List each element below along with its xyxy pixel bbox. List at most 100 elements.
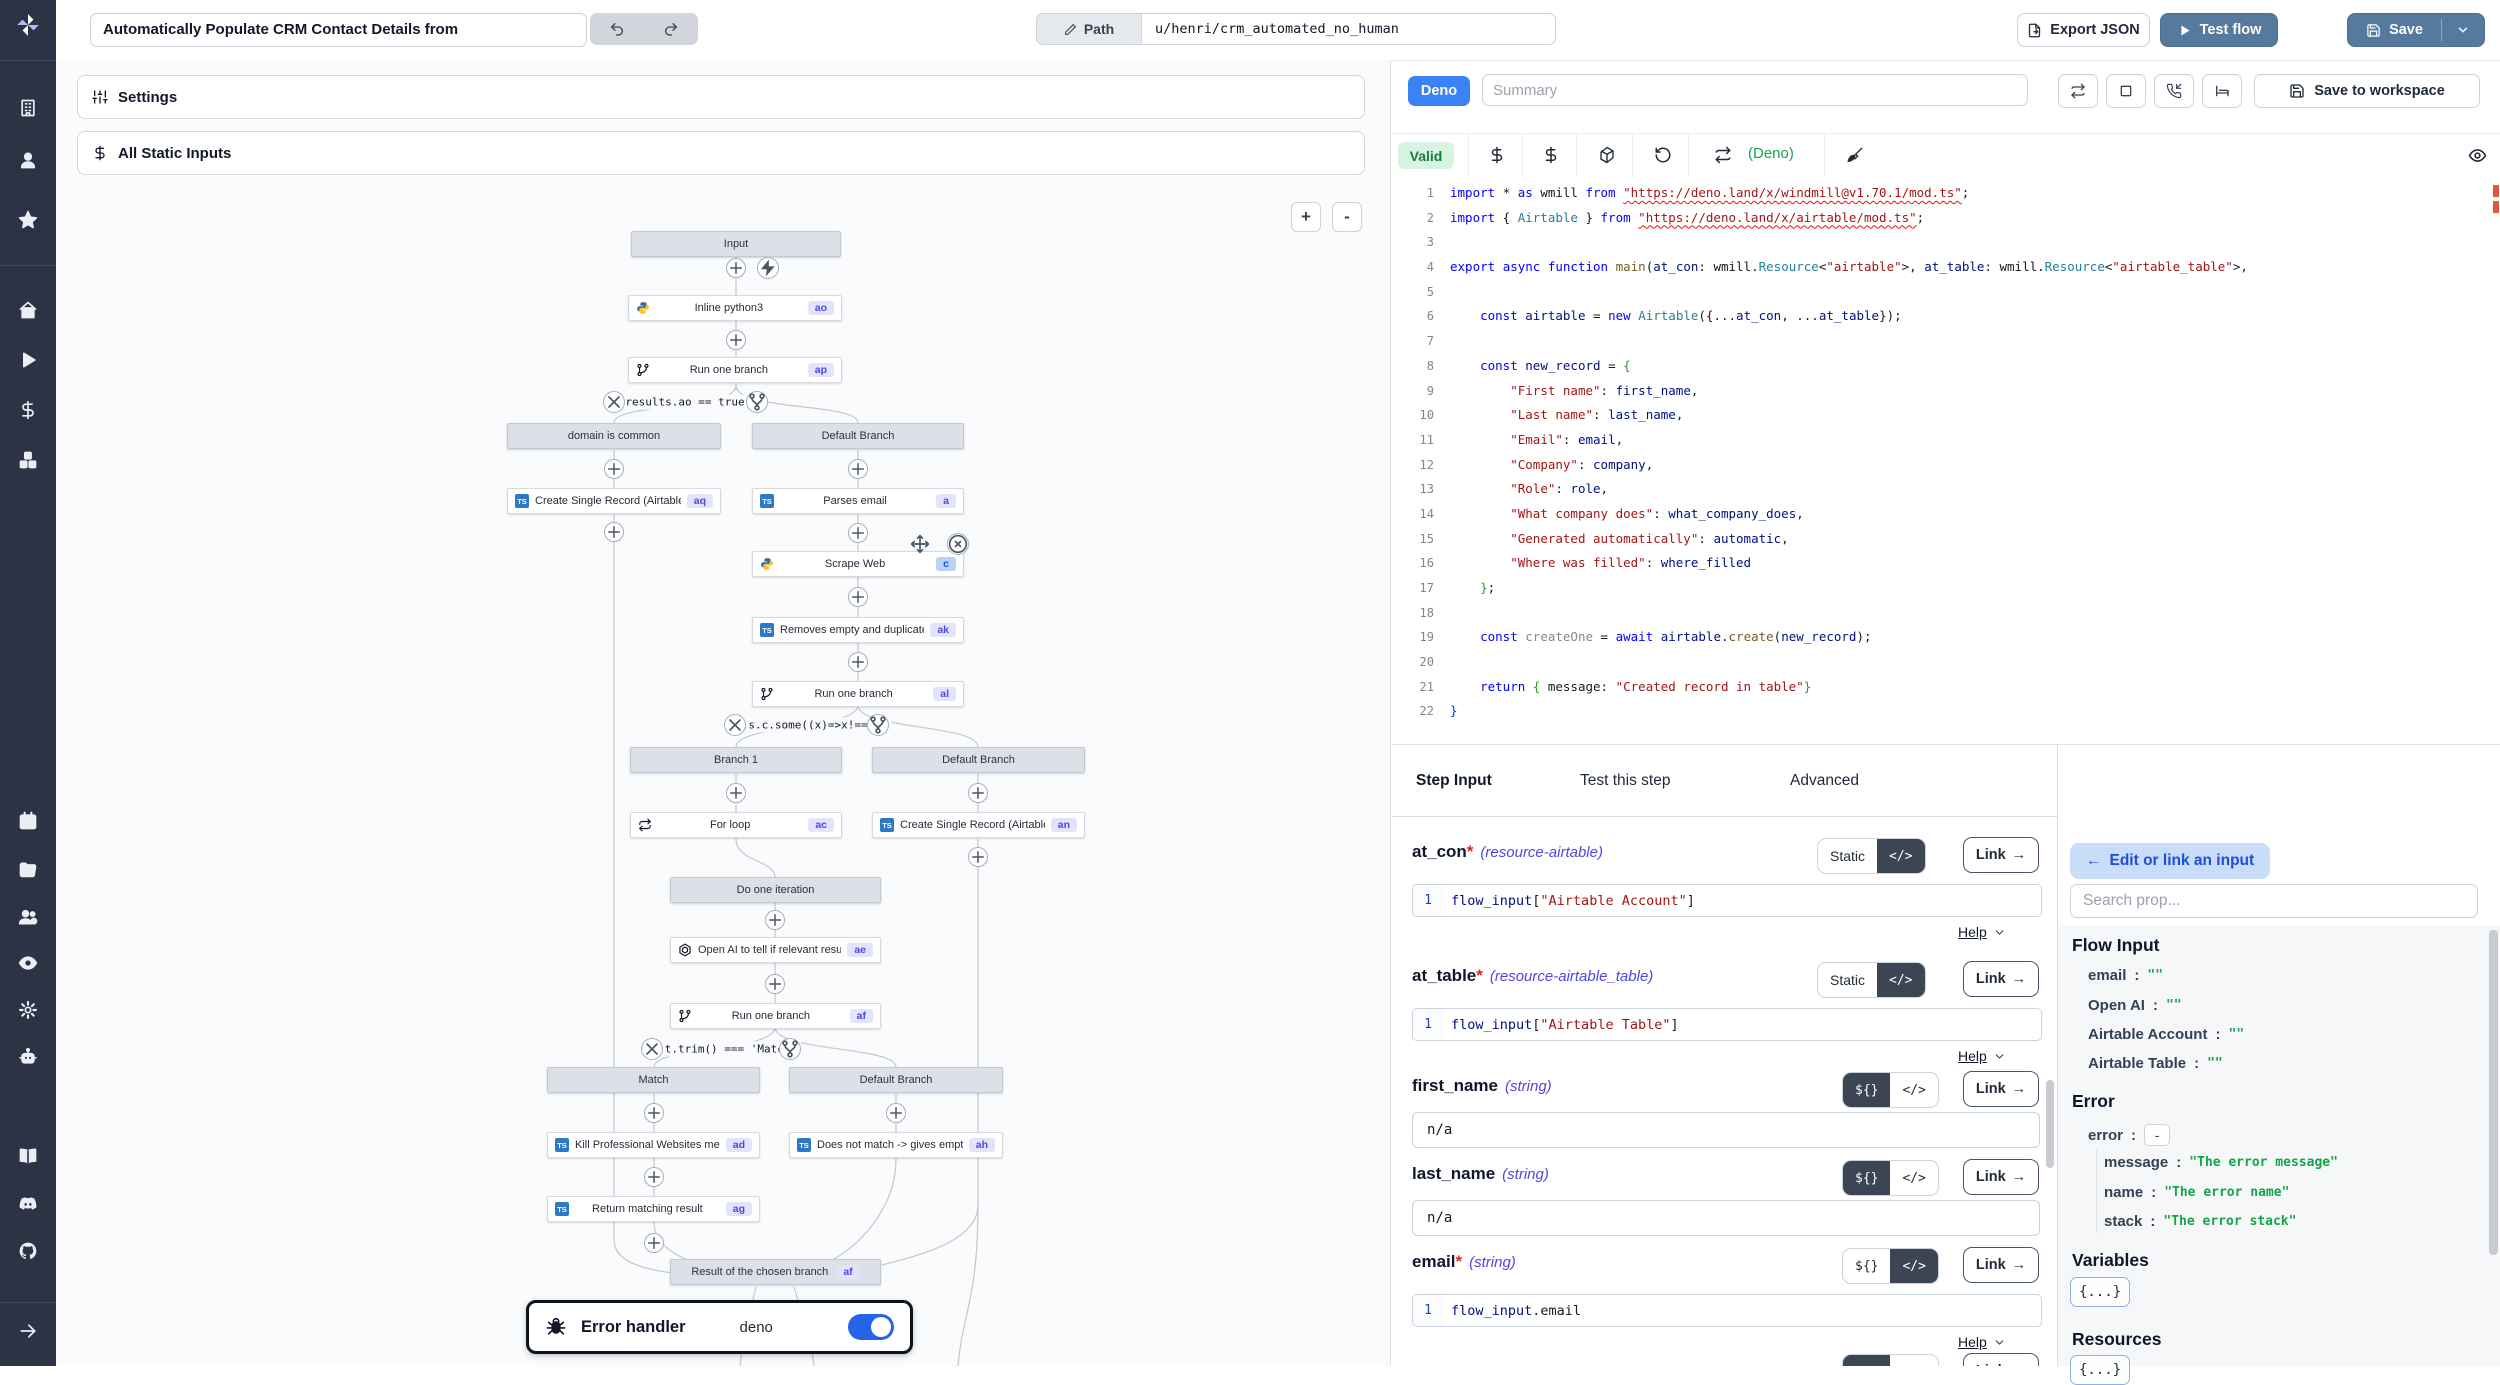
save-dropdown-button[interactable] [2442, 23, 2484, 37]
swap-language-button[interactable] [2058, 74, 2098, 108]
error-handler-node[interactable]: Error handler deno [526, 1300, 913, 1354]
code-line[interactable]: 1import * as wmill from "https://deno.la… [1392, 181, 2500, 206]
dollar-icon[interactable] [1542, 146, 1560, 164]
sidebar-item-book-icon[interactable] [18, 1146, 38, 1166]
flow-node[interactable]: Match [547, 1067, 760, 1093]
link-button[interactable]: Link→ [1963, 1071, 2039, 1107]
code-line[interactable]: 3 [1392, 230, 2500, 255]
code-editor[interactable]: 1import * as wmill from "https://deno.la… [1392, 176, 2500, 749]
code-line[interactable]: 19 const createOne = await airtable.crea… [1392, 625, 2500, 650]
assistant-refresh-icon[interactable] [1714, 146, 1732, 164]
flow-node[interactable]: domain is common [507, 423, 721, 449]
reset-icon[interactable] [1654, 146, 1672, 164]
stop-button[interactable] [2106, 74, 2146, 108]
flow-settings-row[interactable]: Settings [77, 75, 1365, 119]
error-handler-toggle[interactable] [848, 1314, 894, 1340]
move-node-icon[interactable] [910, 534, 930, 554]
input-mode-toggle[interactable]: ${}</> [1842, 1160, 1939, 1196]
bed-button[interactable] [2202, 74, 2242, 108]
code-line[interactable]: 22} [1392, 699, 2500, 724]
eye-icon[interactable] [2468, 146, 2487, 165]
flow-node[interactable]: Result of the chosen branchaf [670, 1259, 881, 1285]
flow-node[interactable]: Default Branch [752, 423, 964, 449]
sidebar-item-github-icon[interactable] [18, 1241, 38, 1261]
flow-title-input[interactable]: Automatically Populate CRM Contact Detai… [90, 13, 587, 47]
sidebar-item-bot-icon[interactable] [18, 1047, 38, 1067]
code-line[interactable]: 20 [1392, 650, 2500, 675]
code-line[interactable]: 10 "Last name": last_name, [1392, 403, 2500, 428]
code-mode-option[interactable]: </> [1890, 1355, 1937, 1366]
branch-split-icon[interactable] [779, 1038, 801, 1060]
code-line[interactable]: 12 "Company": company, [1392, 453, 2500, 478]
flow-node[interactable]: TSParses emaila [752, 488, 964, 514]
static-mode-option[interactable]: Static [1818, 963, 1877, 997]
path-field[interactable]: Path u/henri/crm_automated_no_human [1036, 13, 1556, 45]
code-mode-option[interactable]: </> [1890, 1161, 1937, 1195]
add-step-icon[interactable] [848, 652, 868, 672]
add-step-icon[interactable] [726, 258, 746, 278]
branch-split-icon[interactable] [867, 714, 889, 736]
windmill-logo-icon[interactable] [15, 12, 41, 38]
sidebar-item-user-icon[interactable] [18, 150, 38, 170]
sidebar-item-users-gear-icon[interactable] [18, 907, 38, 927]
add-step-icon[interactable] [886, 1103, 906, 1123]
undo-button[interactable] [590, 13, 644, 45]
prop-entry-email[interactable]: email:"" [2088, 967, 2163, 984]
input-mode-toggle[interactable]: ${}</> [1842, 1354, 1939, 1366]
prop-entry-name[interactable]: name:"The error name" [2104, 1184, 2289, 1201]
code-line[interactable]: 16 "Where was filled": where_filled [1392, 551, 2500, 576]
add-step-icon[interactable] [848, 523, 868, 543]
add-step-icon[interactable] [726, 783, 746, 803]
code-mode-option[interactable]: </> [1890, 1073, 1937, 1107]
flow-node[interactable]: TSCreate Single Record (Airtable)an [872, 812, 1085, 838]
template-mode-option[interactable]: ${} [1843, 1355, 1890, 1366]
code-line[interactable]: 17 }; [1392, 576, 2500, 601]
test-flow-button[interactable]: Test flow [2160, 13, 2278, 47]
template-mode-option[interactable]: ${} [1843, 1073, 1890, 1107]
redo-button[interactable] [644, 13, 698, 45]
sidebar-item-eye-icon[interactable] [18, 953, 38, 973]
prop-entry-message[interactable]: message:"The error message" [2104, 1154, 2338, 1171]
prop-entry-Airtable Table[interactable]: Airtable Table:"" [2088, 1055, 2223, 1072]
sidebar-item-calendar-icon[interactable] [18, 811, 38, 831]
code-line[interactable]: 8 const new_record = { [1392, 354, 2500, 379]
add-step-icon[interactable] [848, 459, 868, 479]
input-mode-toggle[interactable]: Static</> [1817, 838, 1926, 874]
flow-node[interactable]: Default Branch [872, 747, 1085, 773]
code-line[interactable]: 7 [1392, 329, 2500, 354]
tab-test-this-step[interactable]: Test this step [1580, 745, 1670, 817]
template-mode-option[interactable]: ${} [1843, 1249, 1890, 1283]
sidebar-expand-arrow-right-icon[interactable] [18, 1321, 38, 1341]
flow-node[interactable]: For loopac [630, 812, 842, 838]
help-link[interactable]: Help [1958, 1334, 2006, 1350]
prop-entry-stack[interactable]: stack:"The error stack" [2104, 1213, 2296, 1230]
flow-node[interactable]: TSKill Professional Websites mentionsad [547, 1132, 760, 1158]
link-button[interactable]: Link→ [1963, 1353, 2039, 1366]
add-step-icon[interactable] [644, 1167, 664, 1187]
add-step-icon[interactable] [604, 459, 624, 479]
remove-branch-icon[interactable] [603, 391, 625, 413]
flow-node[interactable]: Branch 1 [630, 747, 842, 773]
flow-node[interactable]: Do one iteration [670, 877, 881, 903]
remove-branch-icon[interactable] [641, 1038, 663, 1060]
expression-editor[interactable]: 1flow_input["Airtable Account"] [1412, 884, 2042, 917]
help-link[interactable]: Help [1958, 1048, 2006, 1064]
link-button[interactable]: Link→ [1963, 1247, 2039, 1283]
expression-editor[interactable]: 1flow_input.email [1412, 1294, 2042, 1327]
sidebar-item-boxes-icon[interactable] [18, 450, 38, 470]
prop-entry-error[interactable]: error:- [2088, 1124, 2170, 1146]
flow-node[interactable]: Open AI to tell if relevant resultae [670, 937, 881, 963]
prop-entry-Open AI[interactable]: Open AI:"" [2088, 997, 2182, 1014]
remove-branch-icon[interactable] [724, 714, 746, 736]
sidebar-item-folder-icon[interactable] [18, 860, 38, 880]
code-line[interactable]: 6 const airtable = new Airtable({...at_c… [1392, 304, 2500, 329]
flow-node[interactable]: TSReturn matching resultag [547, 1196, 760, 1222]
pane-divider[interactable] [1390, 60, 1391, 1366]
code-line[interactable]: 9 "First name": first_name, [1392, 379, 2500, 404]
sidebar-item-star-icon[interactable] [18, 210, 38, 230]
input-mode-toggle[interactable]: ${}</> [1842, 1248, 1939, 1284]
expression-editor[interactable]: 1flow_input["Airtable Table"] [1412, 1008, 2042, 1041]
code-mode-option[interactable]: </> [1890, 1249, 1937, 1283]
add-step-icon[interactable] [765, 910, 785, 930]
tab-advanced[interactable]: Advanced [1790, 745, 1859, 817]
